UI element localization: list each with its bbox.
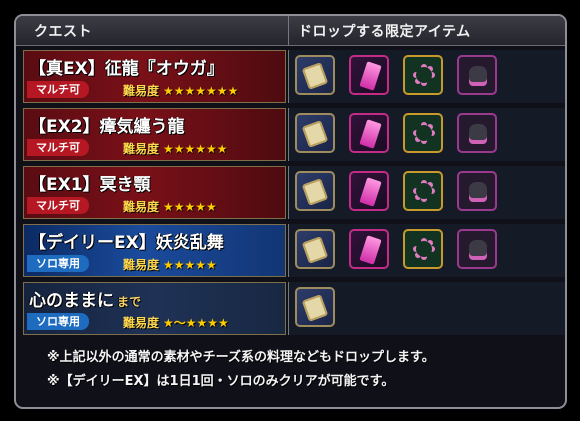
drop-items-cell: [288, 166, 565, 219]
multiplayer-badge: マルチ可: [27, 197, 89, 214]
crystal-icon[interactable]: [349, 113, 389, 153]
table-header: クエスト ドロップする限定アイテム: [16, 16, 565, 46]
quest-row[interactable]: 心のままに まで ソロ専用 難易度 ★～★★★★: [16, 280, 565, 338]
daily-note: ※【デイリーEX】は1日1回・ソロのみクリアが可能です。: [47, 374, 395, 389]
star-rating: ★★★★★★: [163, 142, 228, 156]
drop-table-frame: クエスト ドロップする限定アイテム 【真EX】征龍『オウガ』 マルチ可 難易度 ★…: [0, 0, 580, 421]
difficulty: 難易度 ★～★★★★: [123, 316, 229, 330]
seeds-icon[interactable]: [403, 171, 443, 211]
quest-name: 【EX1】冥き顎: [29, 175, 151, 195]
quest-row[interactable]: 【EX2】瘴気纏う龍 マルチ可 難易度 ★★★★★★: [16, 106, 565, 164]
drop-note: ※上記以外の通常の素材やチーズ系の料理などもドロップします。: [47, 350, 435, 365]
quest-cell[interactable]: 心のままに まで ソロ専用 難易度 ★～★★★★: [23, 282, 286, 335]
scroll-icon[interactable]: [295, 287, 335, 327]
drop-items-column-header: ドロップする限定アイテム: [298, 24, 471, 40]
quest-cell[interactable]: 【真EX】征龍『オウガ』 マルチ可 難易度 ★★★★★★★: [23, 50, 286, 103]
difficulty: 難易度 ★★★★★★★: [123, 84, 239, 98]
quest-cell[interactable]: 【デイリーEX】妖炎乱舞 ソロ専用 難易度 ★★★★★: [23, 224, 286, 277]
crystal-icon[interactable]: [349, 171, 389, 211]
drop-table-panel: クエスト ドロップする限定アイテム 【真EX】征龍『オウガ』 マルチ可 難易度 ★…: [14, 14, 567, 409]
sack-icon[interactable]: [457, 113, 497, 153]
quest-name: 【デイリーEX】妖炎乱舞: [29, 233, 224, 253]
quest-name: 心のままに まで: [29, 291, 142, 311]
quest-row[interactable]: 【EX1】冥き顎 マルチ可 難易度 ★★★★★: [16, 164, 565, 222]
seeds-icon[interactable]: [403, 55, 443, 95]
quest-column-header: クエスト: [34, 24, 92, 40]
drop-items-cell: [288, 108, 565, 161]
scroll-icon[interactable]: [295, 171, 335, 211]
sack-icon[interactable]: [457, 171, 497, 211]
drop-items-cell: [288, 282, 565, 335]
difficulty: 難易度 ★★★★★★: [123, 142, 228, 156]
solo-badge: ソロ専用: [27, 255, 89, 272]
seeds-icon[interactable]: [403, 229, 443, 269]
scroll-icon[interactable]: [295, 229, 335, 269]
sack-icon[interactable]: [457, 55, 497, 95]
quest-row[interactable]: 【デイリーEX】妖炎乱舞 ソロ専用 難易度 ★★★★★: [16, 222, 565, 280]
header-divider: [288, 16, 289, 45]
solo-badge: ソロ専用: [27, 313, 89, 330]
difficulty: 難易度 ★★★★★: [123, 200, 217, 214]
crystal-icon[interactable]: [349, 229, 389, 269]
crystal-icon[interactable]: [349, 55, 389, 95]
star-rating: ★～★★★★: [163, 316, 229, 330]
quest-name: 【EX2】瘴気纏う龍: [29, 117, 185, 137]
scroll-icon[interactable]: [295, 113, 335, 153]
star-rating: ★★★★★: [163, 258, 217, 272]
quest-row[interactable]: 【真EX】征龍『オウガ』 マルチ可 難易度 ★★★★★★★: [16, 48, 565, 106]
drop-items-cell: [288, 224, 565, 277]
quest-cell[interactable]: 【EX2】瘴気纏う龍 マルチ可 難易度 ★★★★★★: [23, 108, 286, 161]
drop-items-cell: [288, 50, 565, 103]
seeds-icon[interactable]: [403, 113, 443, 153]
scroll-icon[interactable]: [295, 55, 335, 95]
quest-cell[interactable]: 【EX1】冥き顎 マルチ可 難易度 ★★★★★: [23, 166, 286, 219]
difficulty: 難易度 ★★★★★: [123, 258, 217, 272]
star-rating: ★★★★★: [163, 200, 217, 214]
quest-name: 【真EX】征龍『オウガ』: [29, 59, 224, 79]
star-rating: ★★★★★★★: [163, 84, 239, 98]
multiplayer-badge: マルチ可: [27, 139, 89, 156]
multiplayer-badge: マルチ可: [27, 81, 89, 98]
sack-icon[interactable]: [457, 229, 497, 269]
